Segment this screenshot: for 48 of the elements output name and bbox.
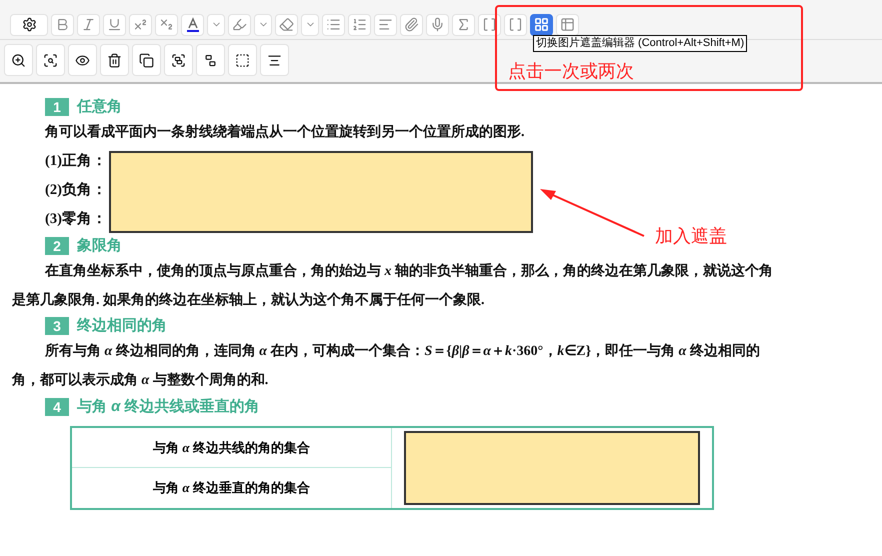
- trash-icon: [107, 52, 122, 68]
- ungroup-icon: [203, 52, 218, 68]
- paragraph: 在直角坐标系中，使角的顶点与原点重合，角的始边与 x 轴的非负半轴重合，那么，角的终边在第几象限，就说这个角是第几象限角. 如果角的终边在坐标轴上，就认为这个角不属于任何一个象限.: [11, 262, 774, 310]
- paragraph: 所有与角 α 终边相同的角，连同角 α 在内，可构成一个集合：S＝{β|β＝α＋k·360°，k∈Z}，即任一与角 α 终边相同的角，都可以表示成角 α 与整数个周角的和.: [10, 342, 761, 390]
- table-cell: 与角 α 终边垂直的角的集合: [72, 468, 392, 508]
- list-item: (2)负角：: [45, 180, 107, 200]
- font-color-icon: [186, 16, 200, 32]
- section-title: 与角 α 终边共线或垂直的角: [77, 396, 260, 417]
- section-number: 1: [45, 98, 69, 116]
- copy-icon: [139, 52, 154, 68]
- section-title: 象限角: [77, 236, 122, 256]
- grid-icon: [534, 17, 549, 32]
- numbered-list-icon: [352, 17, 367, 32]
- section-title: 终边相同的角: [77, 316, 167, 336]
- superscript-icon: [133, 17, 148, 32]
- annotation-text: 点击一次或两次: [508, 60, 634, 83]
- table-icon: [560, 17, 575, 32]
- align-left-icon: [378, 17, 393, 32]
- bullet-list-icon: [326, 17, 341, 32]
- brackets-plus-icon: [482, 17, 497, 32]
- eraser-icon: [279, 17, 294, 32]
- section-title: 任意角: [77, 96, 122, 117]
- italic-icon: [81, 17, 96, 32]
- paragraph: 角可以看成平面内一条射线绕着端点从一个位置旋转到另一个位置所成的图形.: [44, 122, 526, 142]
- underline-icon: [107, 17, 122, 32]
- microphone-icon: [430, 17, 445, 32]
- mask-rectangle[interactable]: [108, 151, 533, 233]
- table-cell: 与角 α 终边共线的角的集合: [72, 428, 392, 468]
- list-item: (3)零角：: [45, 210, 107, 229]
- dashed-square-icon: [235, 52, 250, 68]
- subscript-icon: [159, 17, 174, 32]
- paperclip-icon: [404, 17, 419, 32]
- tooltip: 切换图片遮盖编辑器 (Control+Alt+Shift+M): [533, 35, 748, 52]
- eye-icon: [75, 52, 90, 68]
- list-item: (1)正角：: [45, 152, 107, 171]
- zoom-in-icon: [11, 52, 26, 68]
- section-number: 4: [45, 398, 69, 416]
- section-number: 2: [45, 237, 69, 255]
- section-number: 3: [45, 317, 69, 335]
- brackets-icon: [508, 17, 523, 32]
- highlighter-icon: [232, 17, 247, 32]
- group-icon: [171, 52, 186, 68]
- bold-icon: [55, 17, 70, 32]
- mask-rectangle[interactable]: [404, 431, 700, 505]
- zoom-fit-icon: [43, 52, 58, 68]
- settings-icon: [22, 17, 36, 32]
- annotation-text: 加入遮盖: [655, 225, 727, 248]
- align-center-icon: [267, 52, 282, 68]
